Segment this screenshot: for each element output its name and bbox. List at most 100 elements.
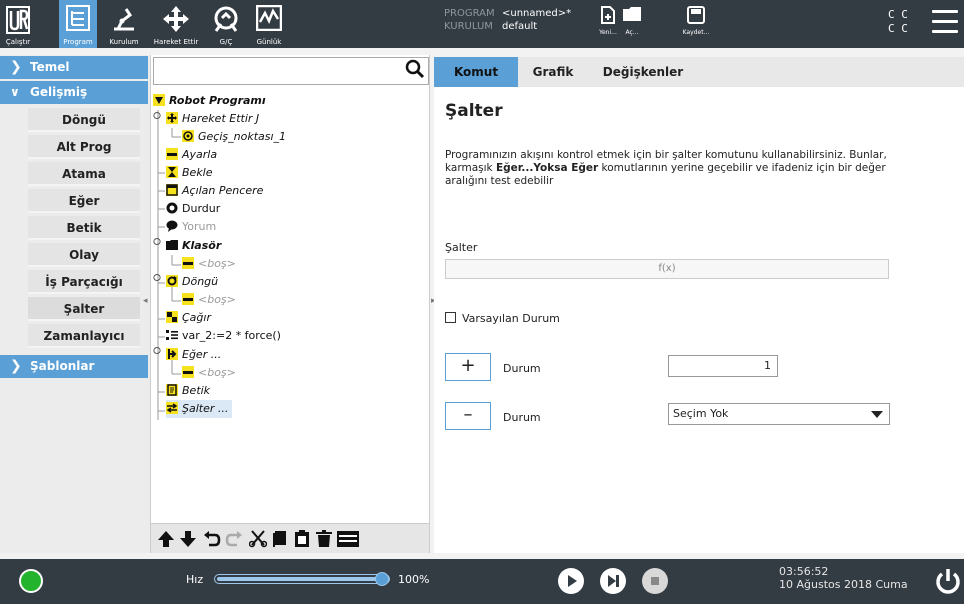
hamburger-menu-icon[interactable] <box>932 10 958 34</box>
category-advanced-label: Gelişmiş <box>30 85 88 99</box>
nav-installation-label: Kurulum <box>109 38 139 46</box>
tree-node-folder[interactable]: Klasör <box>166 237 221 255</box>
menu-item-assignment[interactable]: Atama <box>28 162 140 186</box>
installation-name: default <box>502 21 538 32</box>
log-icon <box>256 5 282 31</box>
call-icon <box>166 311 178 323</box>
case-value-input[interactable]: 1 <box>668 355 778 377</box>
case-select-value: Seçim Yok <box>673 407 729 420</box>
nav-io-button[interactable]: G/Ç <box>206 0 246 48</box>
tree-node-waypoint[interactable]: Geçiş_noktası_1 <box>182 128 286 146</box>
tree-node-loop[interactable]: Döngü <box>166 273 218 291</box>
copy-icon[interactable] <box>271 530 289 548</box>
tree-node-call[interactable]: Çağır <box>166 309 211 327</box>
case-label-1: Durum <box>503 362 541 375</box>
halt-icon <box>166 202 178 214</box>
command-category-menu: ❯ Temel ∨ Gelişmiş Döngü Alt Prog Atama … <box>0 55 150 553</box>
tab-variables[interactable]: Değişkenler <box>588 57 698 87</box>
tree-node-movej[interactable]: Hareket Ettir J <box>166 110 259 128</box>
case-select-dropdown[interactable]: Seçim Yok <box>668 403 890 425</box>
cut-icon[interactable] <box>249 530 267 548</box>
tree-node-script[interactable]: Betik <box>166 382 210 400</box>
tree-node-popup[interactable]: Açılan Pencere <box>166 182 263 200</box>
nav-move-label: Hareket Ettir <box>153 38 199 46</box>
clock-date: 10 Ağustos 2018 Cuma <box>779 578 908 591</box>
step-button[interactable] <box>600 568 626 594</box>
description-bold: Eğer...Yoksa Eğer <box>495 162 599 174</box>
delete-trash-icon[interactable] <box>315 530 333 548</box>
waypoint-icon <box>182 130 194 142</box>
tree-node-halt[interactable]: Durdur <box>166 200 220 218</box>
switch-arrows-icon <box>166 402 178 414</box>
chevron-down-icon: ∨ <box>10 85 20 99</box>
move-down-icon[interactable] <box>179 530 197 548</box>
tab-command[interactable]: Komut <box>434 57 518 87</box>
tree-node-empty-1[interactable]: <boş> <box>182 255 236 273</box>
tree-node-set[interactable]: Ayarla <box>166 146 217 164</box>
tree-node-if[interactable]: Eğer ... <box>166 346 221 364</box>
pin-icon: ⭘ <box>153 111 161 122</box>
category-templates[interactable]: ❯ Şablonlar <box>0 355 148 378</box>
tree-node-comment[interactable]: Yorum <box>166 218 216 236</box>
hourglass-icon <box>166 166 178 178</box>
menu-item-thread[interactable]: İş Parçacığı <box>28 270 140 294</box>
tree-node-empty-2[interactable]: <boş> <box>182 291 236 309</box>
category-basic[interactable]: ❯ Temel <box>0 56 148 79</box>
menu-item-if[interactable]: Eğer <box>28 189 140 213</box>
undo-icon[interactable] <box>203 530 221 548</box>
menu-item-script[interactable]: Betik <box>28 216 140 240</box>
speed-slider-knob[interactable] <box>375 572 389 586</box>
loop-icon <box>166 275 178 287</box>
io-icon <box>214 6 238 32</box>
play-button[interactable] <box>558 568 584 594</box>
menu-item-loop[interactable]: Döngü <box>28 108 140 132</box>
move-icon <box>163 6 189 32</box>
dropdown-arrow-icon <box>871 411 883 418</box>
suppress-icon[interactable] <box>337 530 359 548</box>
stop-button[interactable] <box>642 568 668 594</box>
nav-move-button[interactable]: Hareket Ettir <box>150 0 202 48</box>
command-tabs: Komut Grafik Değişkenler <box>434 57 964 87</box>
redo-icon[interactable] <box>225 530 243 548</box>
remove-case-button[interactable]: – <box>445 402 491 430</box>
tab-graphics[interactable]: Grafik <box>518 57 588 87</box>
menu-item-subprog[interactable]: Alt Prog <box>28 135 140 159</box>
program-key: PROGRAM <box>444 8 495 19</box>
tree-root-robot-program[interactable]: Robot Programı <box>153 92 266 110</box>
menu-item-event[interactable]: Olay <box>28 243 140 267</box>
speed-slider[interactable] <box>214 572 390 586</box>
pin-icon: ⭘ <box>153 273 161 284</box>
program-tree-panel: Robot Programı ⭘ Hareket Ettir J Geçiş_n… <box>150 55 430 553</box>
robot-status-indicator[interactable] <box>19 569 43 593</box>
description: Programınızın akışını kontrol etmek için… <box>445 149 915 188</box>
nav-run-label: Çalıştır <box>5 38 31 46</box>
menu-item-switch[interactable]: Şalter <box>28 297 140 321</box>
ur-logo-icon <box>6 6 30 34</box>
tree-node-switch[interactable]: Şalter ... <box>166 400 233 418</box>
nav-run-button[interactable]: Çalıştır <box>0 0 36 48</box>
nav-program-button[interactable]: Program <box>59 0 97 48</box>
default-case-checkbox[interactable]: Varsayılan Durum <box>445 312 560 326</box>
save-button[interactable]: Kaydet... <box>664 0 728 48</box>
nav-log-button[interactable]: Günlük <box>250 0 288 48</box>
cc-line-1: C C <box>888 8 908 21</box>
empty-slot-icon <box>182 257 194 269</box>
tree-node-wait[interactable]: Bekle <box>166 164 213 182</box>
menu-item-timer[interactable]: Zamanlayıcı <box>28 324 140 348</box>
paste-icon[interactable] <box>293 530 311 548</box>
case-label-2: Durum <box>503 411 541 424</box>
comment-bubble-icon <box>166 220 178 232</box>
program-info: PROGRAM <unnamed>* KURULUM default <box>444 7 571 33</box>
nav-installation-button[interactable]: Kurulum <box>99 0 149 48</box>
switch-expression-field[interactable]: f(x) <box>445 259 889 279</box>
left-splitter-handle[interactable]: ◂ <box>143 296 149 308</box>
tree-node-empty-3[interactable]: <boş> <box>182 364 236 382</box>
add-case-button[interactable]: + <box>445 353 491 381</box>
stop-icon <box>651 577 659 585</box>
power-icon[interactable] <box>934 567 962 595</box>
tree-node-assignment[interactable]: var_2:=2 * force() <box>166 327 281 345</box>
move-up-icon[interactable] <box>157 530 175 548</box>
category-advanced[interactable]: ∨ Gelişmiş <box>0 81 148 104</box>
save-label: Kaydet... <box>682 29 710 36</box>
open-button[interactable]: Aç... <box>612 0 652 48</box>
